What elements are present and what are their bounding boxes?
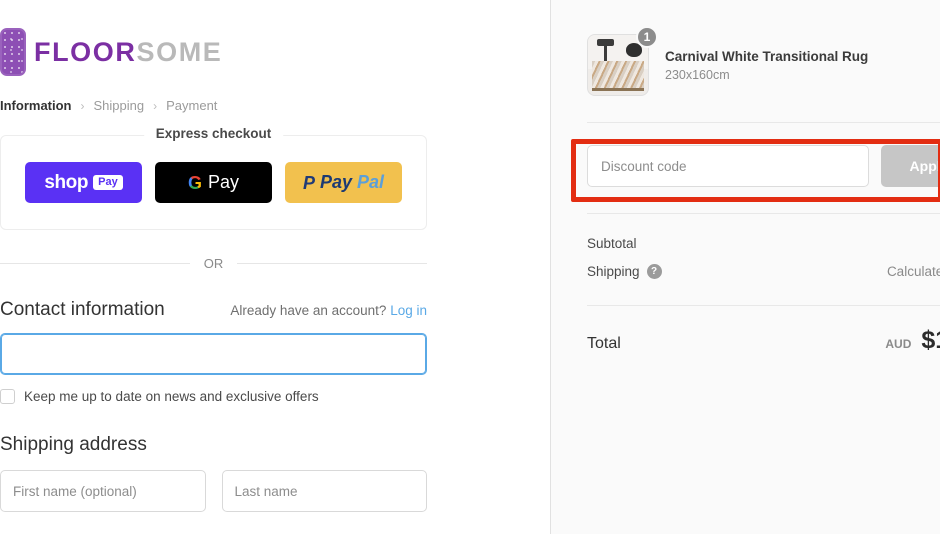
login-link[interactable]: Log in	[390, 303, 427, 318]
discount-code-input[interactable]: Discount code	[587, 145, 869, 187]
summary-totals: Subtotal $ Shipping ? Calculated at n	[587, 214, 940, 279]
shop-pay-label: shop	[44, 171, 89, 193]
quantity-badge: 1	[636, 26, 658, 48]
google-logo-icon: G	[187, 172, 202, 193]
express-payment-buttons: shop Pay G Pay P Pay Pal	[25, 162, 402, 203]
account-note-text: Already have an account?	[230, 303, 387, 318]
email-input[interactable]	[0, 333, 427, 375]
paypal-label-pal: Pal	[357, 172, 385, 192]
order-line-item: 1 Carnival White Transitional Rug 230x16…	[587, 0, 940, 96]
last-name-placeholder: Last name	[234, 483, 298, 499]
shipping-value: Calculated at n	[886, 264, 940, 279]
contact-information-title: Contact information	[0, 299, 165, 320]
total-label: Total	[587, 335, 621, 352]
subtotal-row: Subtotal $	[587, 236, 940, 251]
subtotal-label: Subtotal	[587, 236, 637, 251]
brand-name-part2: SOME	[136, 36, 223, 67]
breadcrumb-step-shipping[interactable]: Shipping	[94, 98, 145, 113]
breadcrumb-step-information[interactable]: Information	[0, 98, 72, 113]
shop-pay-button[interactable]: shop Pay	[25, 162, 142, 203]
chevron-right-icon: ›	[80, 98, 85, 113]
first-name-input[interactable]: First name (optional)	[0, 470, 206, 512]
brand-name-part1: FLOOR	[34, 36, 137, 67]
or-divider: OR	[0, 256, 427, 271]
express-checkout-box: shop Pay G Pay P Pay Pal	[0, 135, 427, 230]
first-name-placeholder: First name (optional)	[13, 483, 137, 499]
shipping-row: Shipping ? Calculated at n	[587, 264, 940, 279]
paypal-button[interactable]: P Pay Pal	[285, 162, 402, 203]
last-name-input[interactable]: Last name	[221, 470, 427, 512]
newsletter-checkbox-row[interactable]: Keep me up to date on news and exclusive…	[0, 389, 427, 404]
discount-code-placeholder: Discount code	[601, 158, 687, 174]
google-pay-label: Pay	[207, 172, 240, 192]
express-checkout-section: Express checkout shop Pay G Pay P Pay Pa…	[0, 126, 427, 230]
google-pay-button[interactable]: G Pay	[155, 162, 272, 203]
brand-logo[interactable]: FLOORSOME	[0, 0, 489, 76]
total-currency: AUD	[885, 337, 912, 351]
apply-discount-button[interactable]: Apply	[881, 145, 940, 187]
account-note: Already have an account? Log in	[230, 303, 427, 318]
checkout-form-panel: FLOORSOME Information › Shipping › Payme…	[0, 0, 551, 540]
newsletter-label: Keep me up to date on news and exclusive…	[24, 389, 319, 404]
floorsome-logo-mark-icon	[0, 28, 26, 76]
express-checkout-title: Express checkout	[143, 126, 284, 141]
checkout-page: FLOORSOME Information › Shipping › Payme…	[0, 0, 940, 540]
grand-total-row: Total AUD $159	[587, 306, 940, 355]
brand-wordmark: FLOORSOME	[34, 36, 223, 67]
breadcrumb-step-payment[interactable]: Payment	[166, 98, 217, 113]
line-item-name: Carnival White Transitional Rug	[665, 48, 869, 64]
total-amount: $159	[921, 326, 940, 354]
shipping-label-group: Shipping ?	[587, 264, 662, 279]
shipping-label: Shipping	[587, 264, 640, 279]
bottom-edge	[0, 534, 940, 540]
contact-information-header: Contact information Already have an acco…	[0, 299, 427, 321]
help-icon[interactable]: ?	[646, 264, 662, 279]
paypal-logo-icon: P	[302, 172, 315, 193]
paypal-label-pay: Pay	[319, 172, 352, 192]
discount-section: Discount code Apply	[587, 123, 940, 187]
rug-pattern	[592, 61, 644, 91]
order-summary-panel: 1 Carnival White Transitional Rug 230x16…	[551, 0, 940, 540]
chevron-right-icon: ›	[153, 98, 158, 113]
product-thumbnail-wrapper: 1	[587, 26, 658, 96]
name-fields-row: First name (optional) Last name	[0, 470, 427, 512]
shipping-address-title: Shipping address	[0, 434, 147, 455]
or-label: OR	[203, 256, 224, 271]
shop-pay-badge: Pay	[93, 175, 123, 190]
newsletter-checkbox[interactable]	[0, 389, 15, 404]
line-item-variant: 230x160cm	[665, 67, 730, 82]
divider-line-right	[237, 263, 427, 264]
breadcrumb: Information › Shipping › Payment	[0, 76, 489, 113]
line-item-details: Carnival White Transitional Rug 230x160c…	[665, 49, 940, 82]
divider-line-left	[0, 263, 190, 264]
total-amount-group: AUD $159	[885, 326, 940, 355]
